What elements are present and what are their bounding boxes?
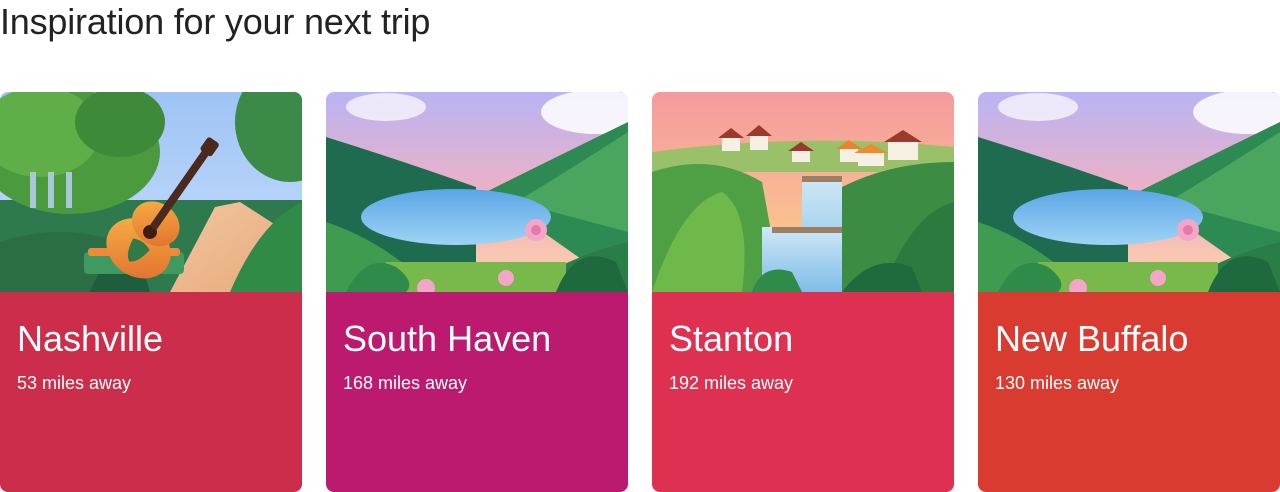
lake-valley-illustration (978, 92, 1280, 292)
card-body: Stanton 192 miles away (652, 292, 954, 492)
card-body: New Buffalo 130 miles away (978, 292, 1280, 492)
card-body: Nashville 53 miles away (0, 292, 302, 492)
destination-cards: Nashville 53 miles away South Haven 168 … (0, 92, 1280, 492)
card-distance: 192 miles away (669, 373, 794, 393)
card-distance: 168 miles away (343, 373, 468, 393)
guitar-park-illustration (0, 92, 302, 292)
card-distance: 53 miles away (17, 373, 132, 393)
card-title: New Buffalo (995, 318, 1189, 359)
waterfall-village-illustration (652, 92, 954, 292)
inspiration-section: Inspiration for your next trip Nashville… (0, 0, 1280, 492)
lake-valley-illustration (326, 92, 628, 292)
card-title: South Haven (343, 318, 552, 359)
card-title: Stanton (669, 318, 794, 359)
destination-card-nashville[interactable]: Nashville 53 miles away (0, 92, 302, 492)
card-body: South Haven 168 miles away (326, 292, 628, 492)
destination-card-new-buffalo[interactable]: New Buffalo 130 miles away (978, 92, 1280, 492)
card-title: Nashville (17, 318, 164, 359)
destination-card-stanton[interactable]: Stanton 192 miles away (652, 92, 954, 492)
card-distance: 130 miles away (995, 373, 1120, 393)
destination-card-south-haven[interactable]: South Haven 168 miles away (326, 92, 628, 492)
section-heading: Inspiration for your next trip (0, 1, 431, 42)
